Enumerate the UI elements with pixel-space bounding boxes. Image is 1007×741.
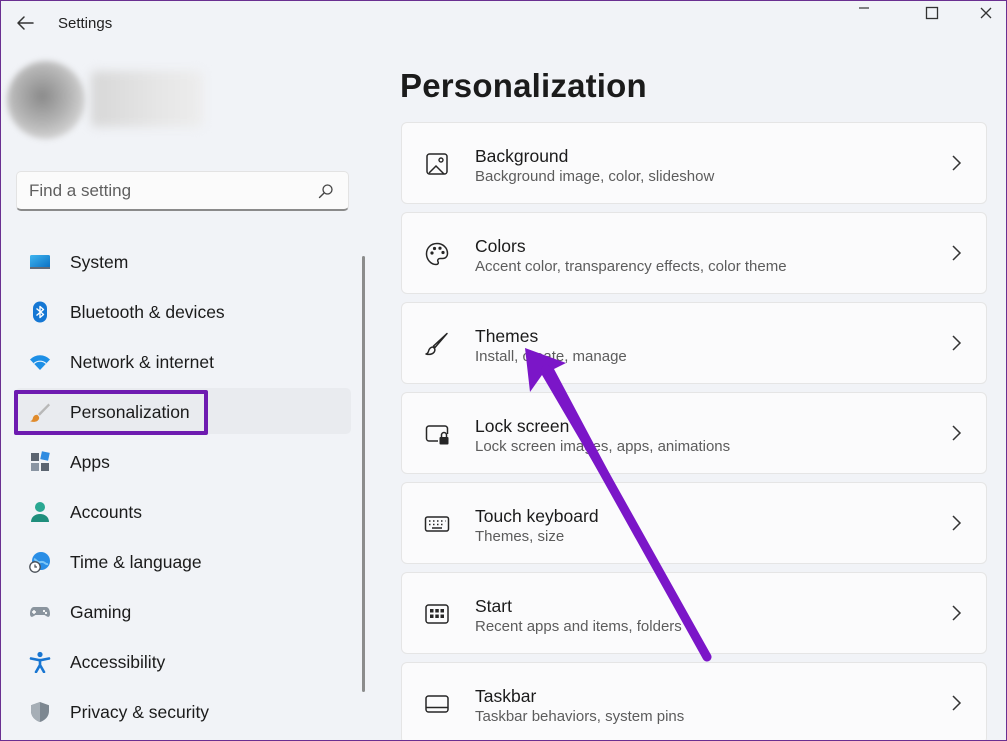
close-button[interactable] — [963, 1, 1006, 25]
apps-icon — [31, 451, 50, 471]
search-input[interactable] — [17, 172, 307, 209]
card-subtitle: Accent color, transparency effects, colo… — [475, 258, 787, 275]
card-title: Start — [475, 596, 512, 616]
card-title: Taskbar — [475, 686, 537, 706]
page-title: Personalization — [400, 67, 647, 104]
sidebar-item-personalization[interactable]: Personalization — [15, 388, 351, 434]
back-button[interactable] — [11, 11, 39, 35]
sidebar-item-time-language[interactable]: Time & language — [15, 538, 351, 584]
chevron-right-icon — [952, 425, 962, 441]
sidebar-item-label: Time & language — [70, 552, 202, 572]
sidebar-item-accounts[interactable]: Accounts — [15, 488, 351, 534]
user-profile[interactable] — [7, 61, 205, 139]
monitor-icon — [30, 255, 50, 269]
avatar — [7, 61, 85, 139]
chevron-right-icon — [952, 155, 962, 171]
card-title: Touch keyboard — [475, 506, 599, 526]
card-colors[interactable]: Colors Accent color, transparency effect… — [401, 212, 987, 294]
card-subtitle: Install, create, manage — [475, 348, 627, 365]
title-bar: Settings — [1, 1, 1006, 45]
sidebar-item-label: Gaming — [70, 602, 132, 622]
image-icon — [426, 153, 448, 175]
card-subtitle: Recent apps and items, folders — [475, 618, 682, 635]
card-themes[interactable]: Themes Install, create, manage — [401, 302, 987, 384]
palette-icon — [425, 242, 449, 266]
sidebar-nav: System Bluetooth & devices Network & int… — [15, 238, 351, 738]
sidebar-item-label: Privacy & security — [70, 702, 210, 722]
close-icon — [980, 7, 992, 19]
card-touch-keyboard[interactable]: Touch keyboard Themes, size — [401, 482, 987, 564]
card-background[interactable]: Background Background image, color, slid… — [401, 122, 987, 204]
profile-name-blurred — [91, 71, 203, 127]
brush-icon — [30, 403, 50, 422]
chevron-right-icon — [952, 515, 962, 531]
minimize-icon — [859, 7, 869, 9]
start-menu-icon — [425, 604, 449, 624]
search-icon[interactable] — [318, 183, 334, 199]
card-subtitle: Themes, size — [475, 528, 565, 545]
settings-window: Settings Find a setting System Bluetooth… — [0, 0, 1007, 741]
settings-card-list: Background Background image, color, slid… — [401, 122, 987, 740]
app-title: Settings — [58, 15, 113, 32]
shield-icon — [31, 702, 49, 722]
taskbar-icon — [425, 695, 449, 713]
card-title: Lock screen — [475, 416, 570, 436]
lock-screen-icon — [425, 425, 449, 445]
chevron-right-icon — [952, 335, 962, 351]
sidebar-item-system[interactable]: System — [15, 238, 351, 284]
maximize-button[interactable] — [909, 1, 955, 25]
wifi-icon — [30, 355, 50, 370]
chevron-right-icon — [952, 245, 962, 261]
card-title: Colors — [475, 236, 526, 256]
paintbrush-icon — [425, 332, 448, 356]
accessibility-icon — [29, 651, 51, 673]
sidebar-item-label: Accessibility — [70, 652, 166, 672]
card-taskbar[interactable]: Taskbar Taskbar behaviors, system pins — [401, 662, 987, 740]
back-arrow-icon — [17, 16, 34, 30]
card-title: Background — [475, 146, 569, 166]
sidebar-item-label: Bluetooth & devices — [70, 302, 225, 322]
sidebar-item-gaming[interactable]: Gaming — [15, 588, 351, 634]
card-subtitle: Lock screen images, apps, animations — [475, 438, 731, 455]
bluetooth-icon — [33, 301, 47, 323]
minimize-button[interactable] — [841, 1, 887, 25]
sidebar-item-label: Apps — [70, 452, 110, 472]
sidebar-item-label: Network & internet — [70, 352, 214, 372]
card-subtitle: Taskbar behaviors, system pins — [475, 708, 685, 725]
sidebar-item-label: System — [70, 252, 129, 272]
maximize-icon — [925, 6, 939, 20]
sidebar-scrollbar[interactable] — [362, 256, 365, 692]
sidebar-item-apps[interactable]: Apps — [15, 438, 351, 484]
sidebar-item-bluetooth[interactable]: Bluetooth & devices — [15, 288, 351, 334]
gamepad-icon — [30, 607, 50, 617]
sidebar-item-accessibility[interactable]: Accessibility — [15, 638, 351, 684]
globe-clock-icon — [29, 552, 50, 573]
keyboard-icon — [424, 516, 450, 532]
sidebar-item-label: Accounts — [70, 502, 142, 522]
sidebar-item-privacy-security[interactable]: Privacy & security — [15, 688, 351, 734]
card-subtitle: Background image, color, slideshow — [475, 168, 715, 185]
card-start[interactable]: Start Recent apps and items, folders — [401, 572, 987, 654]
chevron-right-icon — [952, 695, 962, 711]
chevron-right-icon — [952, 605, 962, 621]
sidebar-item-network[interactable]: Network & internet — [15, 338, 351, 384]
card-title: Themes — [475, 326, 539, 346]
person-icon — [31, 502, 49, 522]
search-box[interactable] — [16, 171, 349, 211]
sidebar-item-label: Personalization — [70, 402, 190, 422]
card-lock-screen[interactable]: Lock screen Lock screen images, apps, an… — [401, 392, 987, 474]
